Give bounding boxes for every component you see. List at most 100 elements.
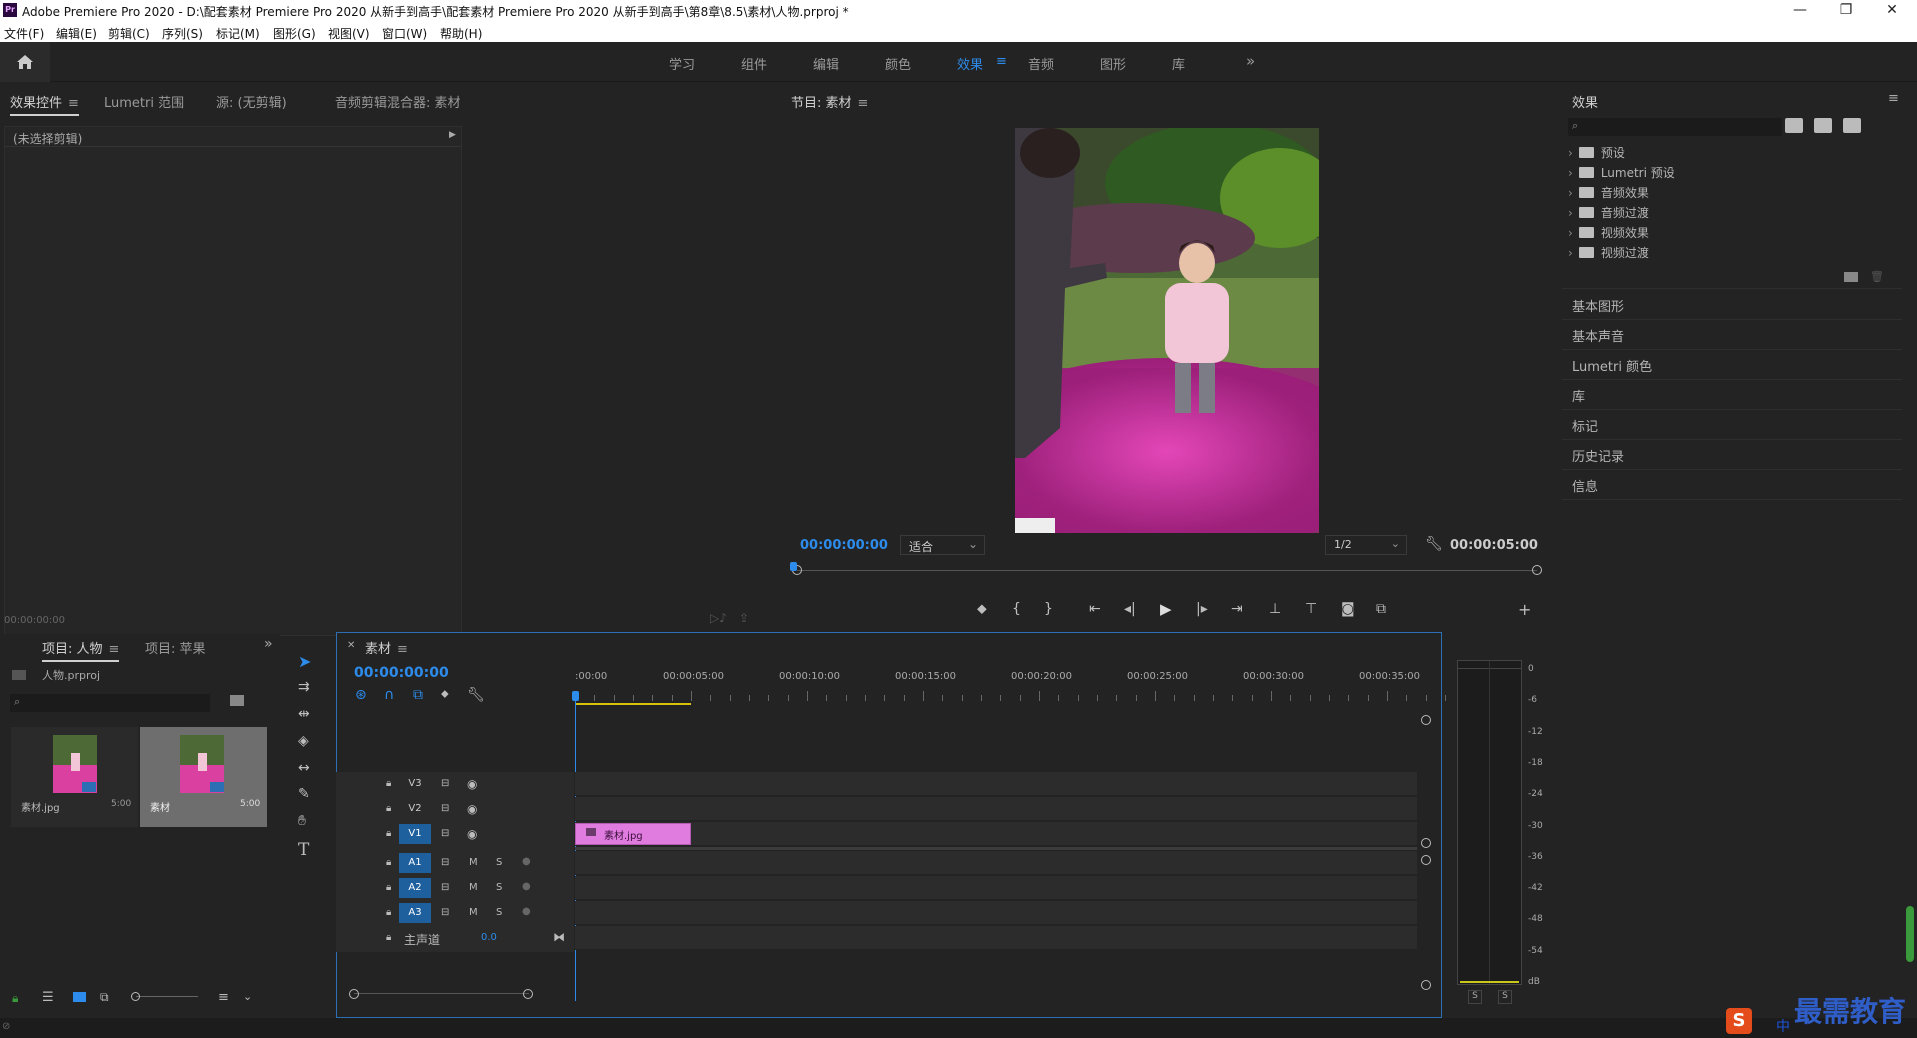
- go-to-end-icon[interactable]: ⧓: [553, 930, 565, 944]
- workspace-graphics[interactable]: 图形: [1100, 54, 1126, 73]
- menu-window[interactable]: 窗口(W): [382, 25, 427, 42]
- workspace-learn[interactable]: 学习: [669, 54, 695, 73]
- mark-in-icon[interactable]: {: [1012, 601, 1021, 617]
- tab-lumetri-scopes[interactable]: Lumetri 范围: [104, 92, 184, 111]
- go-to-out-icon[interactable]: ⇥: [1231, 601, 1243, 617]
- accelerated-effects-icon[interactable]: [1785, 118, 1803, 133]
- resolution-dropdown[interactable]: 1/2 ⌄: [1325, 535, 1407, 555]
- essential-sound-section[interactable]: 基本声音: [1562, 320, 1902, 350]
- track-lane-v2[interactable]: [575, 797, 1417, 821]
- workspace-audio[interactable]: 音频: [1028, 54, 1054, 73]
- pen-tool-icon[interactable]: ✎: [298, 786, 310, 802]
- menu-clip[interactable]: 剪辑(C): [108, 25, 150, 42]
- list-view-icon[interactable]: ☰: [42, 990, 54, 1005]
- fit-dropdown[interactable]: 适合 ⌄: [900, 535, 985, 555]
- menu-help[interactable]: 帮助(H): [440, 25, 482, 42]
- menu-graphics[interactable]: 图形(G): [273, 25, 316, 42]
- info-section[interactable]: 信息: [1562, 470, 1902, 500]
- h-scroll-left-handle[interactable]: [349, 989, 359, 999]
- solo-button[interactable]: S: [496, 882, 502, 893]
- workspace-overflow-icon[interactable]: »: [1246, 52, 1255, 70]
- mute-button[interactable]: M: [469, 907, 478, 918]
- lock-icon[interactable]: 🔒︎: [386, 932, 391, 943]
- export-frame-icon[interactable]: ◙: [1341, 601, 1355, 617]
- play-icon[interactable]: ▶: [1160, 600, 1172, 618]
- icon-view-icon[interactable]: [73, 992, 86, 1002]
- sync-lock-icon[interactable]: ⊟: [441, 803, 449, 814]
- mic-icon[interactable]: ●: [522, 856, 531, 867]
- selection-tool-icon[interactable]: ➤: [298, 652, 311, 671]
- folder-video-effects[interactable]: › 视频效果: [1568, 224, 1649, 241]
- sync-lock-icon[interactable]: ⊟: [441, 907, 449, 918]
- export-icon[interactable]: ⇪: [739, 611, 749, 625]
- menu-sequence[interactable]: 序列(S): [162, 25, 203, 42]
- project-item[interactable]: 素材.jpg 5:00: [11, 727, 138, 827]
- history-section[interactable]: 历史记录: [1562, 440, 1902, 470]
- wrench-icon[interactable]: 🔧︎: [1425, 536, 1443, 552]
- timeline-settings-wrench-icon[interactable]: 🔧︎: [467, 687, 485, 703]
- program-timecode[interactable]: 00:00:00:00: [800, 538, 888, 553]
- track-label-v2[interactable]: V2: [399, 799, 431, 819]
- menu-view[interactable]: 视图(V): [328, 25, 370, 42]
- eye-icon[interactable]: ◉: [467, 827, 477, 841]
- panel-menu-icon[interactable]: ≡: [68, 96, 79, 111]
- lock-icon[interactable]: 🔒︎: [386, 828, 391, 839]
- panel-overflow-icon[interactable]: »: [264, 636, 273, 652]
- menu-edit[interactable]: 编辑(E): [56, 25, 97, 42]
- eye-icon[interactable]: ◉: [467, 802, 477, 816]
- lock-icon[interactable]: 🔒︎: [386, 907, 391, 918]
- step-back-icon[interactable]: ◂|: [1124, 601, 1136, 617]
- mic-icon[interactable]: ●: [522, 906, 531, 917]
- step-forward-icon[interactable]: |▸: [1196, 601, 1208, 617]
- scroll-handle-mid2[interactable]: [1421, 855, 1431, 865]
- track-lane-a2[interactable]: [575, 876, 1417, 900]
- button-editor-icon[interactable]: +: [1518, 600, 1531, 619]
- timeline-clip[interactable]: 素材.jpg: [575, 823, 691, 845]
- track-lane-a3[interactable]: [575, 901, 1417, 925]
- folder-audio-effects[interactable]: › 音频效果: [1568, 184, 1649, 201]
- nest-toggle-icon[interactable]: ⊛: [355, 687, 367, 703]
- extract-icon[interactable]: ⊤: [1305, 601, 1317, 617]
- program-scrubber[interactable]: [797, 570, 1537, 571]
- hand-tool-icon[interactable]: ✋︎: [298, 813, 306, 829]
- tab-project-people[interactable]: 项目: 人物 ≡: [42, 638, 120, 662]
- project-item[interactable]: 素材 5:00: [140, 727, 267, 827]
- workspace-editing[interactable]: 编辑: [813, 54, 839, 73]
- master-volume-value[interactable]: 0.0: [481, 932, 497, 943]
- eye-icon[interactable]: ◉: [467, 777, 477, 791]
- track-lane-master[interactable]: [575, 926, 1417, 950]
- scroll-handle-top[interactable]: [1421, 715, 1431, 725]
- mic-icon[interactable]: ●: [522, 881, 531, 892]
- maximize-button[interactable]: ❐: [1826, 2, 1866, 18]
- track-lane-v1[interactable]: [575, 822, 1417, 846]
- track-label-a3[interactable]: A3: [399, 903, 431, 923]
- work-area-bar[interactable]: [575, 703, 691, 705]
- home-button[interactable]: [0, 42, 50, 82]
- minimize-button[interactable]: —: [1780, 2, 1820, 18]
- time-ruler[interactable]: :00:00 00:00:05:00 00:00:10:00 00:00:15:00 0…: [575, 671, 1485, 701]
- track-lane-a1[interactable]: [575, 851, 1417, 875]
- slip-tool-icon[interactable]: ↔: [298, 760, 310, 776]
- comparison-view-icon[interactable]: ⧉: [1376, 601, 1386, 617]
- new-bin-icon[interactable]: [1844, 272, 1858, 282]
- h-scrollbar[interactable]: [354, 993, 529, 994]
- libraries-section[interactable]: 库: [1562, 380, 1902, 410]
- effects-search-input[interactable]: ⌕: [1568, 118, 1782, 136]
- timeline-timecode[interactable]: 00:00:00:00: [354, 665, 449, 681]
- sync-lock-icon[interactable]: ⊟: [441, 778, 449, 789]
- close-button[interactable]: ✕: [1872, 2, 1912, 18]
- mute-button[interactable]: M: [469, 882, 478, 893]
- scroll-handle-bottom[interactable]: [1421, 980, 1431, 990]
- program-title[interactable]: 节目: 素材 ≡: [791, 92, 868, 111]
- razor-tool-icon[interactable]: ◈: [298, 733, 309, 749]
- timeline-playhead[interactable]: [572, 691, 579, 701]
- lift-icon[interactable]: ⊥: [1269, 601, 1281, 617]
- go-to-in-icon[interactable]: ⇤: [1089, 601, 1101, 617]
- solo-button[interactable]: S: [496, 907, 502, 918]
- folder-presets[interactable]: › 预设: [1568, 144, 1625, 161]
- linked-selection-icon[interactable]: ⧉: [413, 687, 423, 703]
- workspace-assembly[interactable]: 组件: [741, 54, 767, 73]
- timeline-menu-icon[interactable]: ≡: [397, 642, 408, 657]
- new-search-bin-icon[interactable]: [230, 695, 244, 706]
- yuv-effects-icon[interactable]: [1843, 118, 1861, 133]
